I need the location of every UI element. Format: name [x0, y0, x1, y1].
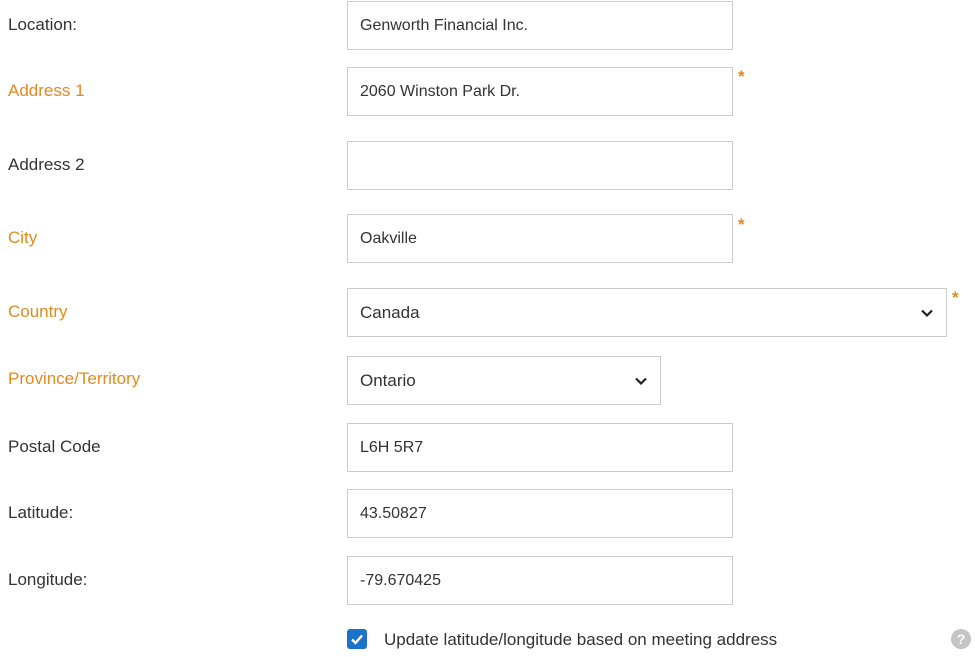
checkmark-icon [351, 634, 363, 645]
country-select[interactable]: Canada [347, 288, 947, 337]
latitude-input[interactable] [347, 489, 733, 538]
location-label: Location: [8, 15, 77, 34]
province-select-value: Ontario [360, 370, 416, 390]
postal-code-input[interactable] [347, 423, 733, 472]
address2-input[interactable] [347, 141, 733, 190]
address1-input[interactable] [347, 67, 733, 116]
chevron-down-icon [635, 377, 647, 385]
address2-label: Address 2 [8, 155, 85, 174]
latitude-label: Latitude: [8, 503, 74, 522]
longitude-input[interactable] [347, 556, 733, 605]
update-latlong-checkbox[interactable] [347, 629, 367, 649]
country-select-value: Canada [360, 302, 420, 322]
country-required-mark: * [952, 288, 959, 307]
country-label: Country [8, 302, 68, 321]
province-select[interactable]: Ontario [347, 356, 661, 405]
city-label: City [8, 228, 38, 247]
help-icon[interactable]: ? [951, 629, 971, 649]
longitude-label: Longitude: [8, 570, 88, 589]
chevron-down-icon [921, 309, 933, 317]
address1-label: Address 1 [8, 81, 85, 100]
update-latlong-label[interactable]: Update latitude/longitude based on meeti… [384, 629, 777, 651]
postal-code-label: Postal Code [8, 437, 101, 456]
city-required-mark: * [738, 215, 745, 234]
city-input[interactable] [347, 214, 733, 263]
province-label: Province/Territory [8, 369, 141, 388]
location-input[interactable] [347, 1, 733, 50]
address1-required-mark: * [738, 67, 745, 86]
